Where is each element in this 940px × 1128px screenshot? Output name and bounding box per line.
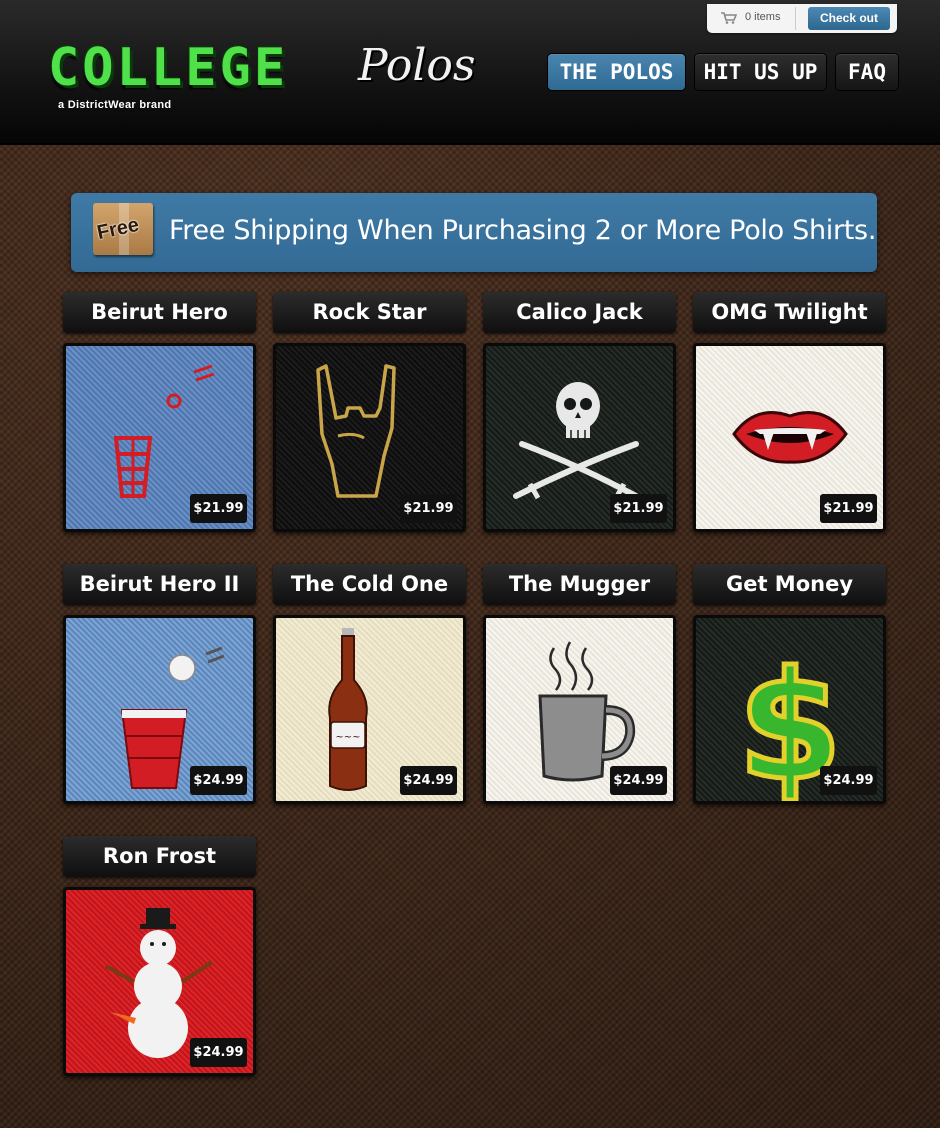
cart-divider [795, 7, 796, 30]
product-tile[interactable]: Beirut Hero $21.99 [63, 292, 256, 532]
logo-polos[interactable]: Polos [358, 40, 475, 91]
product-tile[interactable]: Rock Star $21.99 [273, 292, 466, 532]
product-image[interactable]: $24.99 [63, 887, 256, 1076]
site-header: COLLEGE Polos a DistrictWear brand 0 ite… [0, 0, 940, 145]
product-image[interactable]: $21.99 [273, 343, 466, 532]
product-image[interactable]: ~~~ $24.99 [273, 615, 466, 804]
price-tag: $24.99 [190, 766, 247, 795]
price-tag: $24.99 [820, 766, 877, 795]
product-tile[interactable]: The Cold One ~~~ $24.99 [273, 564, 466, 804]
price-tag: $24.99 [400, 766, 457, 795]
nav-faq[interactable]: FAQ [836, 54, 898, 90]
cart-item-count[interactable]: 0 items [745, 11, 780, 23]
logo-college[interactable]: COLLEGE [48, 38, 288, 98]
product-image[interactable]: $ $24.99 [693, 615, 886, 804]
product-tile[interactable]: Calico Jack $21.99 [483, 292, 676, 532]
product-tile[interactable]: Ron Frost $24.99 [63, 836, 256, 1076]
price-tag: $21.99 [190, 494, 247, 523]
product-tile[interactable]: OMG Twilight $21.99 [693, 292, 886, 532]
product-title[interactable]: OMG Twilight [693, 292, 886, 333]
price-tag: $24.99 [610, 766, 667, 795]
banner-text: Free Shipping When Purchasing 2 or More … [169, 215, 877, 246]
cart-icon[interactable] [721, 12, 737, 24]
free-badge-label: Free [95, 213, 141, 245]
svg-text:~~~: ~~~ [335, 732, 360, 743]
product-image[interactable]: $24.99 [63, 615, 256, 804]
free-box-icon: Free [93, 203, 153, 255]
nav-hit-us-up[interactable]: HIT US UP [695, 54, 826, 90]
product-image[interactable]: $21.99 [63, 343, 256, 532]
price-tag: $21.99 [820, 494, 877, 523]
product-title[interactable]: Calico Jack [483, 292, 676, 333]
product-image[interactable]: $21.99 [693, 343, 886, 532]
product-tile[interactable]: Get Money $ $24.99 [693, 564, 886, 804]
cart-widget: 0 items Check out [707, 4, 897, 33]
product-image[interactable]: $24.99 [483, 615, 676, 804]
product-title[interactable]: Get Money [693, 564, 886, 605]
product-title[interactable]: Beirut Hero II [63, 564, 256, 605]
price-tag: $21.99 [400, 494, 457, 523]
product-title[interactable]: Ron Frost [63, 836, 256, 877]
product-title[interactable]: Rock Star [273, 292, 466, 333]
free-shipping-banner: Free Free Shipping When Purchasing 2 or … [71, 193, 877, 272]
product-image[interactable]: $21.99 [483, 343, 676, 532]
product-tile[interactable]: The Mugger $24.99 [483, 564, 676, 804]
checkout-button[interactable]: Check out [808, 7, 890, 30]
product-tile[interactable]: Beirut Hero II $24.99 [63, 564, 256, 804]
product-title[interactable]: The Mugger [483, 564, 676, 605]
price-tag: $24.99 [190, 1038, 247, 1067]
product-title[interactable]: Beirut Hero [63, 292, 256, 333]
price-tag: $21.99 [610, 494, 667, 523]
nav-the-polos[interactable]: THE POLOS [548, 54, 685, 90]
product-title[interactable]: The Cold One [273, 564, 466, 605]
brand-tagline: a DistrictWear brand [58, 99, 172, 111]
